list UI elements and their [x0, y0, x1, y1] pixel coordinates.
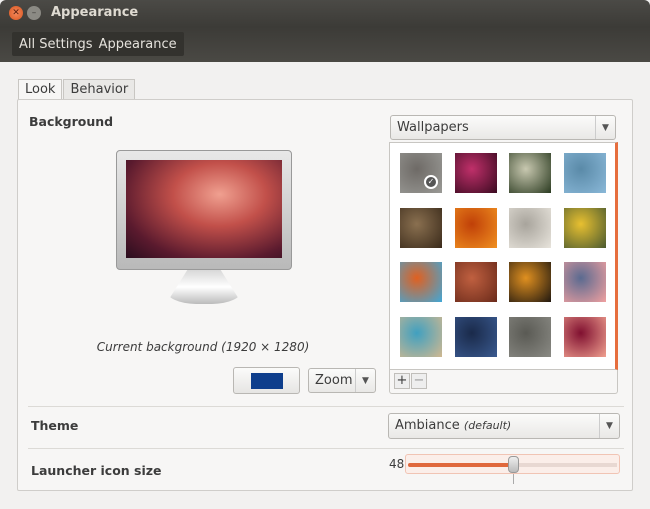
background-heading: Background [29, 114, 114, 129]
divider [28, 406, 624, 407]
wallpaper-grid: ✓ [389, 142, 618, 370]
wallpaper-thumbnail[interactable] [454, 262, 497, 302]
wallpaper-thumbnail[interactable] [454, 316, 497, 357]
divider [28, 448, 624, 449]
wallpaper-thumbnail[interactable] [454, 153, 497, 193]
look-panel: Background Current background (1920 × 12… [17, 99, 633, 491]
background-preview [126, 160, 282, 258]
slider-tick [513, 474, 514, 484]
title-bar: ✕ – Appearance [0, 0, 650, 27]
wallpaper-thumbnail[interactable] [454, 207, 497, 248]
close-button[interactable]: ✕ [9, 6, 23, 20]
breadcrumb-all-settings[interactable]: All Settings [16, 37, 96, 52]
add-wallpaper-button[interactable]: + [394, 373, 410, 389]
tab-look[interactable]: Look [18, 79, 63, 101]
wallpaper-source-value: Wallpapers [397, 120, 469, 135]
wallpaper-thumbnail[interactable] [509, 207, 551, 248]
selected-check-icon: ✓ [424, 175, 438, 189]
slider-fill [408, 463, 510, 467]
color-button[interactable] [233, 367, 300, 394]
wallpaper-thumbnail[interactable] [563, 207, 606, 248]
chevron-down-icon: ▼ [595, 116, 615, 139]
window-title: Appearance [51, 5, 139, 20]
slider-handle[interactable] [508, 456, 519, 473]
zoom-mode-value: Zoom [315, 373, 353, 388]
tab-behavior[interactable]: Behavior [63, 79, 136, 100]
chevron-down-icon: ▼ [599, 414, 619, 438]
zoom-mode-dropdown[interactable]: Zoom ▼ [308, 368, 376, 393]
toolbar: All Settings Appearance [0, 27, 650, 62]
wallpaper-thumbnail[interactable] [509, 316, 551, 357]
launcher-size-value: 48 [389, 457, 405, 471]
slider-track [519, 463, 617, 467]
wallpaper-thumbnail[interactable] [509, 262, 551, 302]
wallpaper-thumbnail[interactable] [400, 207, 442, 248]
theme-default-label: (default) [463, 419, 512, 432]
chevron-down-icon: ▼ [355, 369, 375, 392]
minimize-button[interactable]: – [27, 6, 41, 20]
wallpaper-thumbnail[interactable] [563, 153, 606, 193]
wallpaper-thumbnail[interactable] [509, 153, 551, 193]
wallpaper-thumbnail[interactable]: ✓ [400, 153, 442, 193]
remove-wallpaper-button[interactable]: − [411, 373, 427, 389]
wallpaper-grid-footer: + − [389, 370, 618, 394]
wallpaper-source-dropdown[interactable]: Wallpapers ▼ [390, 115, 616, 140]
breadcrumb: All Settings Appearance [12, 32, 184, 56]
wallpaper-thumbnail[interactable] [400, 262, 442, 302]
monitor-preview [116, 150, 292, 270]
current-background-caption: Current background (1920 × 1280) [96, 340, 310, 354]
launcher-icon-size-heading: Launcher icon size [31, 463, 162, 478]
breadcrumb-appearance[interactable]: Appearance [96, 37, 180, 52]
wallpaper-thumbnail[interactable] [563, 316, 606, 357]
theme-heading: Theme [31, 418, 79, 433]
theme-value: Ambiance [395, 418, 460, 433]
monitor-stand [166, 270, 242, 304]
wallpaper-thumbnail[interactable] [563, 262, 606, 302]
color-swatch [251, 373, 283, 389]
launcher-size-slider[interactable] [405, 454, 620, 474]
theme-dropdown[interactable]: Ambiance (default) ▼ [388, 413, 620, 439]
wallpaper-thumbnail[interactable] [400, 316, 442, 357]
